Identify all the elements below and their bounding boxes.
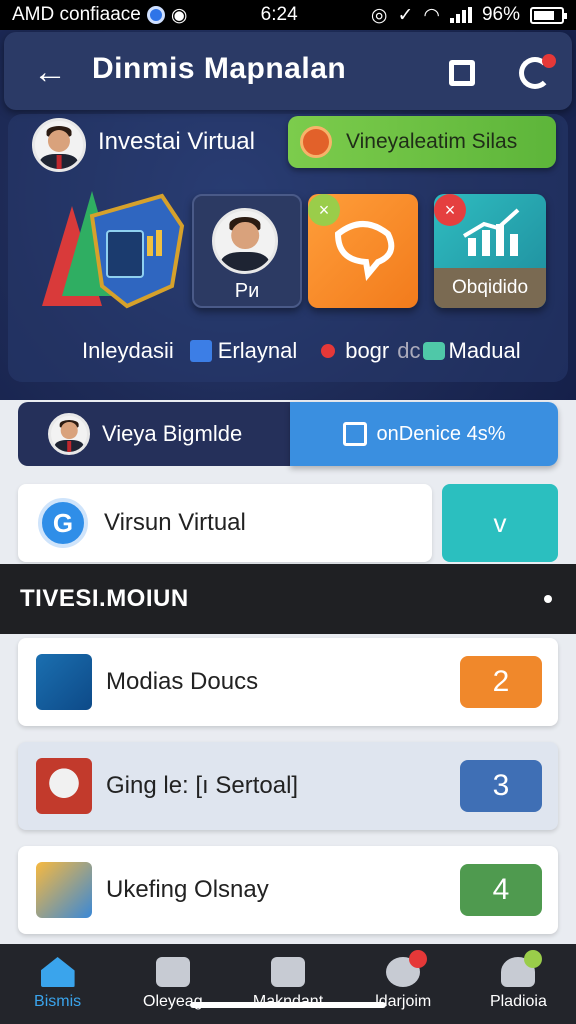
- nav-label: Bismis: [34, 993, 82, 1010]
- tab-profile-label: Vieya Bigmlde: [102, 421, 243, 446]
- nav-item-layers[interactable]: Oleyeag: [115, 944, 230, 1024]
- status-time: 6:24: [260, 4, 298, 25]
- chat-button[interactable]: [508, 48, 562, 98]
- list-icon: [189, 340, 212, 362]
- tab-avatar: [48, 413, 90, 455]
- layers-icon: [155, 957, 190, 987]
- investor-avatar[interactable]: [32, 118, 86, 172]
- select-row: G Virsun Virtual v: [18, 484, 558, 562]
- green-badge-icon: [524, 950, 543, 968]
- legend-label-3b: dc: [397, 338, 421, 363]
- status-carrier-text: AMD confiaace: [12, 4, 141, 25]
- item-thumbnail-icon: [36, 654, 92, 710]
- item-thumbnail-icon: [36, 862, 92, 918]
- nav-item-home[interactable]: Bismis: [0, 944, 115, 1024]
- wifi-icon: ◉: [170, 4, 188, 26]
- teal-chip-icon: [422, 342, 445, 360]
- person-avatar: [212, 208, 278, 274]
- more-dot-icon[interactable]: [544, 595, 552, 603]
- list-item-label: Ging le: [ı Sertoal]: [106, 772, 299, 799]
- cell-signal-icon: [449, 7, 472, 23]
- dropdown-button[interactable]: v: [442, 484, 558, 562]
- tab-device-label: onDenice 4s%: [376, 422, 506, 445]
- back-arrow-icon: ←: [33, 52, 67, 91]
- count-badge[interactable]: 3: [460, 760, 542, 812]
- investor-label: Investai Virtual: [98, 128, 255, 155]
- count-badge[interactable]: 2: [460, 656, 542, 708]
- wifi-signal-icon: ◠: [423, 4, 440, 26]
- nav-item-profile[interactable]: Pladioia: [461, 944, 576, 1024]
- chat-tile[interactable]: ×: [308, 194, 418, 308]
- device-icon: [342, 422, 367, 446]
- status-bar: AMD confiaace ◉ 6:24 ◎ ✓ ◠ 96%: [0, 0, 576, 30]
- shield-illustration: [42, 191, 185, 309]
- red-badge-icon: [408, 950, 427, 968]
- list-item-label: Modias Doucs: [106, 668, 259, 695]
- status-left: AMD confiaace ◉: [12, 4, 187, 27]
- red-dot-icon: [321, 344, 336, 358]
- bluetooth-icon: ✓: [397, 4, 414, 26]
- list-item[interactable]: Ging le: [ı Sertoal] 3: [18, 742, 558, 830]
- list-item[interactable]: Modias Doucs 2: [18, 638, 558, 726]
- app-notification-icon: [146, 6, 165, 24]
- legend-row: Inleydasii Erlaynal bogr dc Madual: [82, 338, 521, 364]
- chevron-down-icon: v: [493, 507, 507, 538]
- legend-label-3c: Madual: [448, 338, 521, 363]
- legend-label-3a: bogr: [345, 338, 390, 363]
- virtual-select[interactable]: G Virsun Virtual: [18, 484, 432, 562]
- growth-tile-caption: Obqidido: [434, 268, 546, 308]
- nav-item-document[interactable]: Makndant: [230, 944, 345, 1024]
- back-button[interactable]: ←: [24, 48, 76, 96]
- tab-profile[interactable]: Vieya Bigmlde: [18, 402, 290, 466]
- list-item[interactable]: Ukefing Olsnay 4: [18, 846, 558, 934]
- item-thumbnail-icon: [36, 758, 92, 814]
- app-header: ← Dinmis Mapnalan: [4, 32, 572, 110]
- battery-icon: [530, 6, 567, 24]
- list-item-label: Ukefing Olsnay: [106, 876, 269, 903]
- home-icon: [40, 957, 75, 987]
- section-title: TIVESI.MOIUN: [20, 585, 189, 612]
- legend-label-1: Inleydasii: [82, 338, 174, 363]
- legend-label-2: Erlaynal: [217, 338, 298, 363]
- alarm-icon: ◎: [370, 4, 388, 26]
- hero-section: ← Dinmis Mapnalan Investai Virtual Viney…: [0, 30, 576, 400]
- square-button[interactable]: [436, 50, 488, 96]
- pill-icon: [300, 126, 332, 158]
- home-indicator: [190, 1002, 386, 1008]
- notification-badge: [542, 54, 556, 68]
- google-icon: G: [38, 498, 88, 548]
- nav-label: Pladioia: [489, 993, 547, 1010]
- close-mini-icon: ×: [434, 194, 466, 226]
- hero-panel: Investai Virtual Vineyaleatim Silas Ри ×: [8, 114, 568, 382]
- page-title: Dinmis Mapnalan: [92, 52, 347, 85]
- growth-tile[interactable]: × Obqidido: [434, 194, 546, 308]
- document-icon: [271, 957, 305, 987]
- tab-row: Vieya Bigmlde onDenice 4s%: [18, 402, 558, 466]
- nav-item-messages[interactable]: ldarjoim: [346, 944, 461, 1024]
- square-icon: [449, 60, 475, 86]
- battery-percent: 96%: [481, 4, 520, 25]
- person-tile-caption: Ри: [234, 280, 260, 302]
- status-right: ◎ ✓ ◠ 96%: [370, 4, 567, 27]
- select-value: Virsun Virtual: [104, 509, 246, 536]
- section-header: TIVESI.MOIUN: [0, 564, 576, 634]
- tab-device[interactable]: onDenice 4s%: [290, 402, 558, 466]
- person-tile[interactable]: Ри: [192, 194, 302, 308]
- count-badge[interactable]: 4: [460, 864, 542, 916]
- close-mini-icon: ×: [308, 194, 340, 226]
- green-pill-label: Vineyaleatim Silas: [346, 130, 518, 153]
- bottom-nav: Bismis Oleyeag Makndant ldarjoim Pladioi…: [0, 944, 576, 1024]
- green-action-button[interactable]: Vineyaleatim Silas: [288, 116, 556, 168]
